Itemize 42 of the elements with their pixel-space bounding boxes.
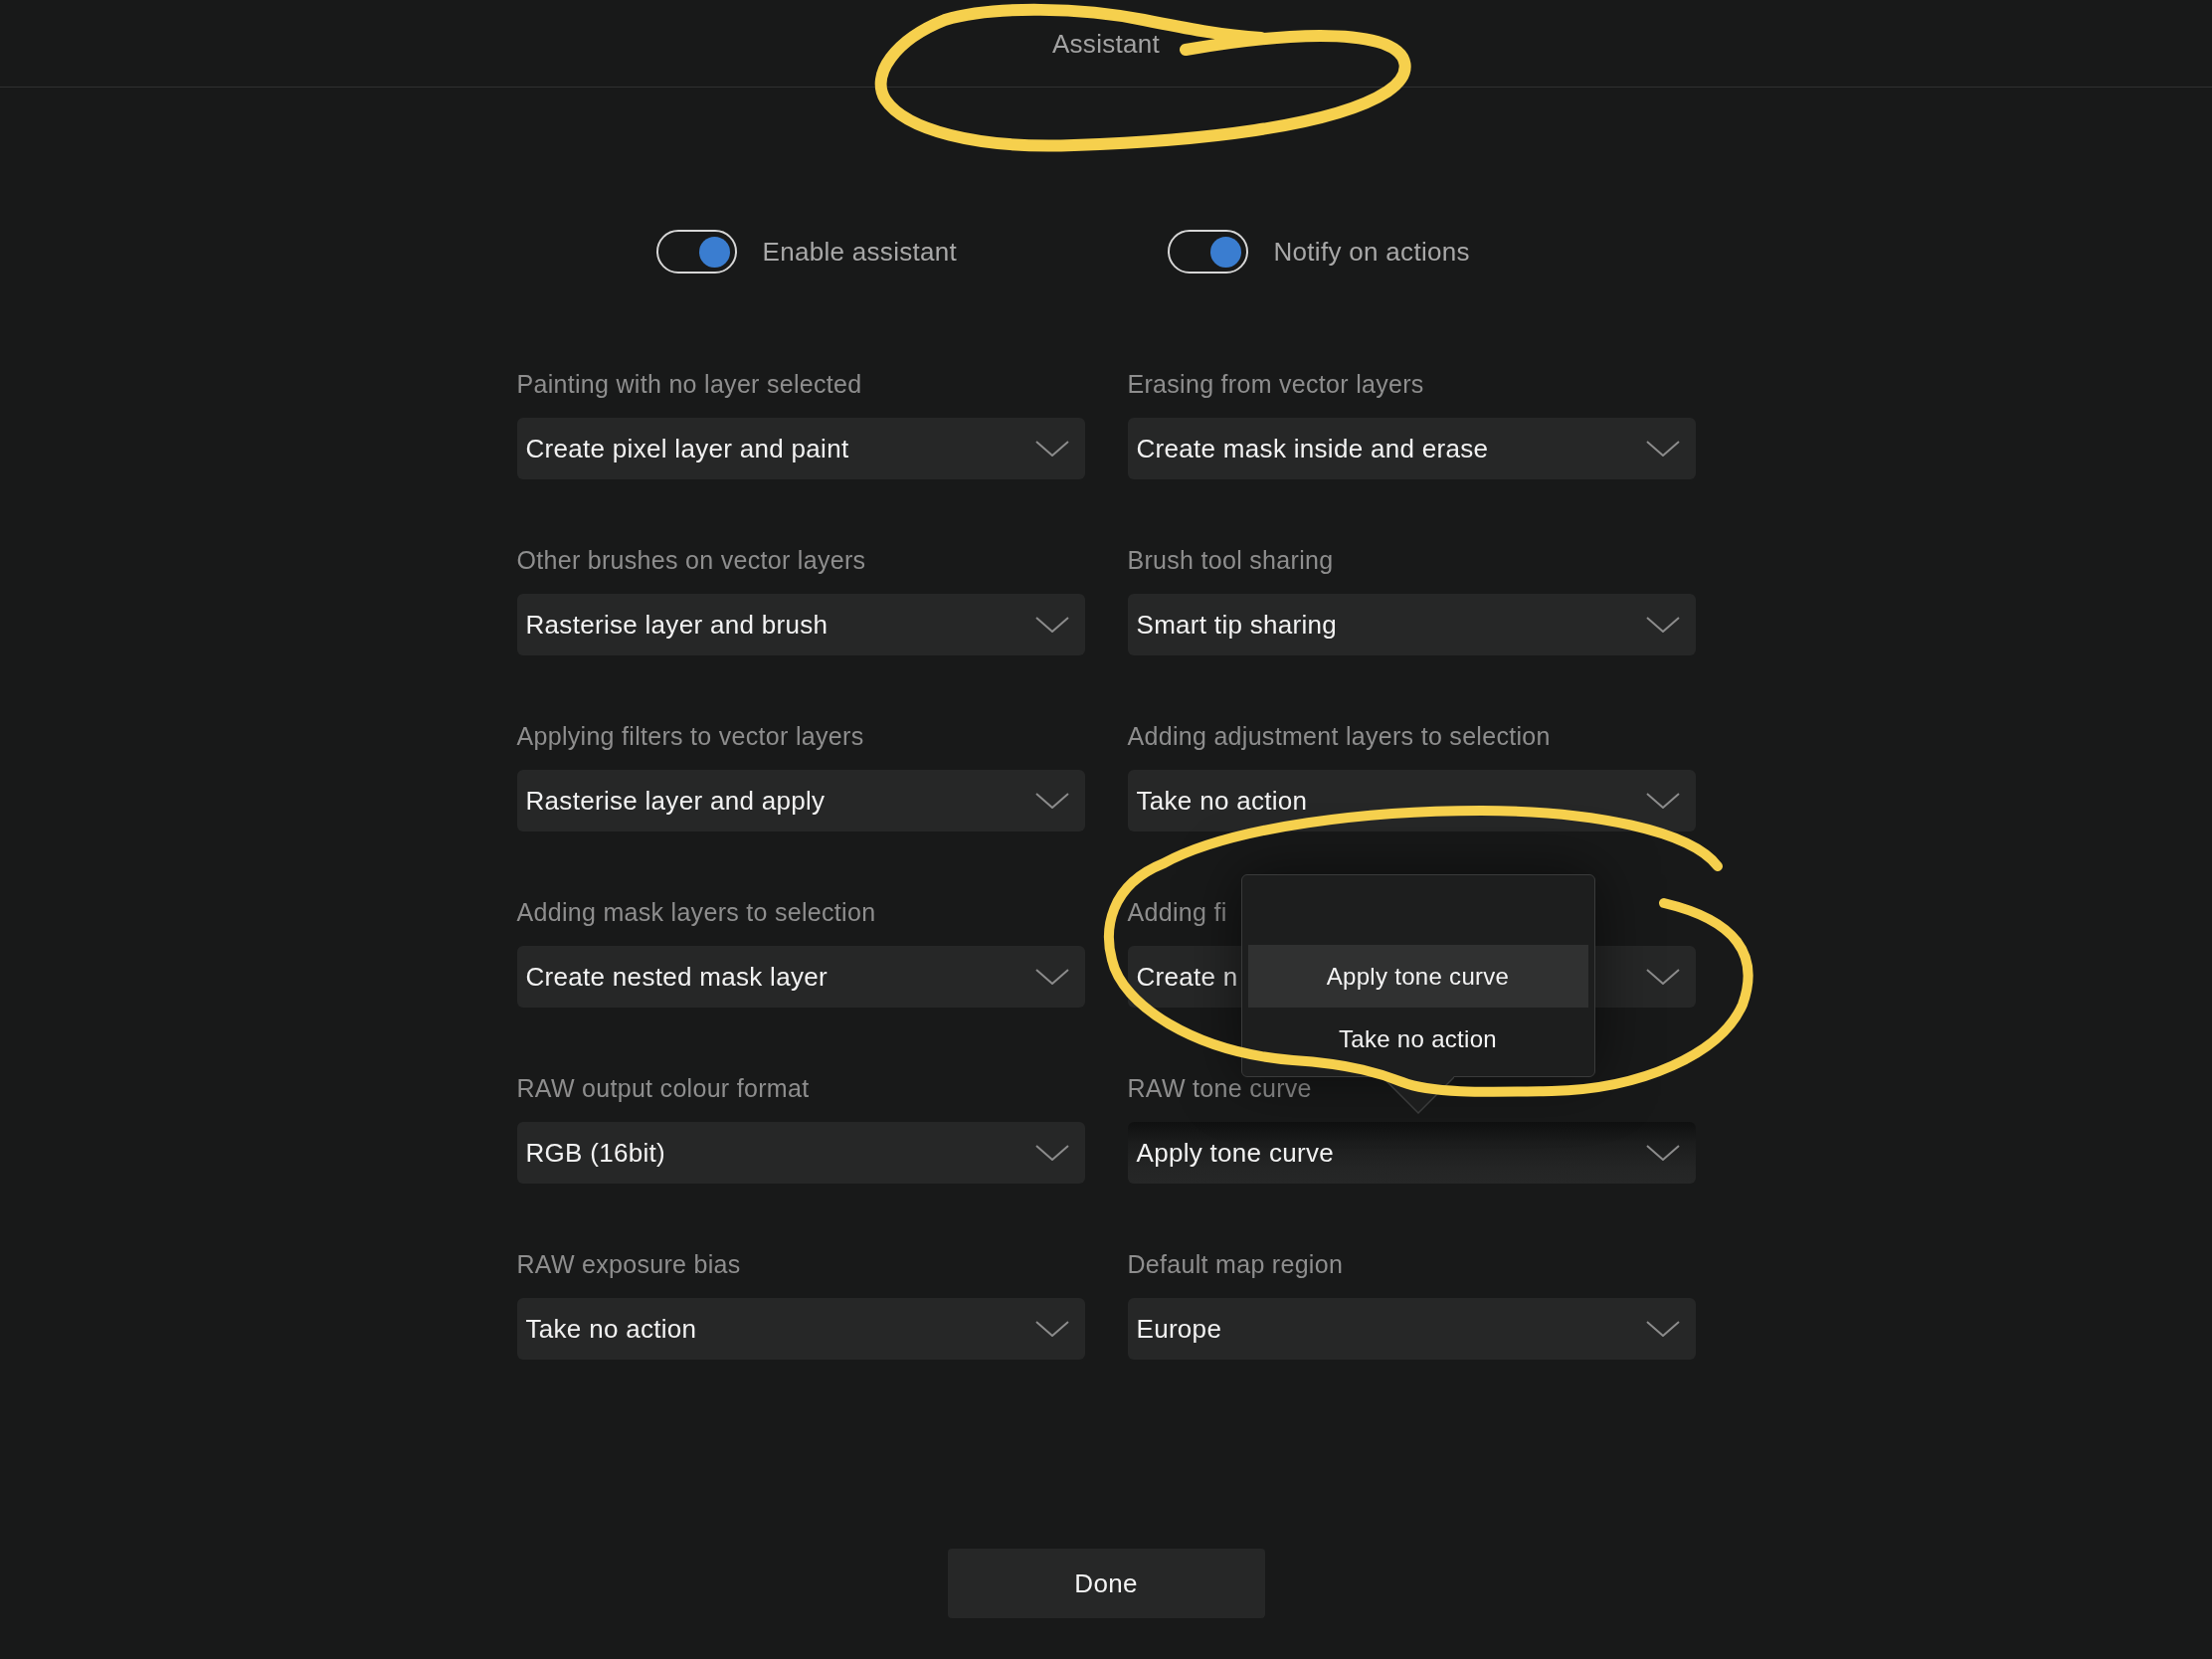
chevron-down-icon xyxy=(1645,441,1680,457)
setting-label: Adding fi xyxy=(1127,899,1227,925)
chevron-down-icon xyxy=(1645,1145,1680,1161)
menu-option[interactable]: Take no action xyxy=(1247,1008,1588,1070)
toggle-switch[interactable] xyxy=(655,230,737,274)
setting-label: Applying filters to vector layers xyxy=(516,723,864,749)
dropdown[interactable]: Rasterise layer and apply xyxy=(516,770,1085,831)
setting-label: Default map region xyxy=(1127,1251,1344,1277)
chevron-down-icon xyxy=(1034,969,1069,985)
setting-label: Adding adjustment layers to selection xyxy=(1127,723,1551,749)
setting-label: Erasing from vector layers xyxy=(1127,371,1424,397)
chevron-down-icon xyxy=(1645,1321,1680,1337)
setting-label: Adding mask layers to selection xyxy=(516,899,876,925)
dropdown[interactable]: Take no action xyxy=(516,1298,1085,1360)
chevron-down-icon xyxy=(1645,793,1680,809)
chevron-down-icon xyxy=(1645,617,1680,633)
dropdown[interactable]: RGB (16bit) xyxy=(516,1122,1085,1184)
toggle-switch[interactable] xyxy=(1167,230,1248,274)
setting-label: RAW output colour format xyxy=(516,1075,810,1101)
dialog-title: Assistant xyxy=(1051,27,1161,60)
dropdown[interactable]: Smart tip sharing xyxy=(1127,594,1696,655)
toggle-label: Notify on actions xyxy=(1273,236,1470,268)
dropdown[interactable]: Europe xyxy=(1127,1298,1696,1360)
chevron-down-icon xyxy=(1034,441,1069,457)
chevron-down-icon xyxy=(1034,617,1069,633)
menu-option[interactable]: Apply tone curve xyxy=(1247,945,1588,1008)
setting-label: RAW tone curve xyxy=(1127,1075,1312,1101)
setting-label: Other brushes on vector layers xyxy=(516,547,866,573)
dropdown[interactable]: Rasterise layer and brush xyxy=(516,594,1085,655)
dropdown[interactable]: Apply tone curve xyxy=(1127,1122,1696,1184)
toggle-label: Enable assistant xyxy=(762,236,958,268)
chevron-down-icon xyxy=(1034,1145,1069,1161)
done-button[interactable]: Done xyxy=(947,1549,1265,1618)
chevron-down-icon xyxy=(1645,969,1680,985)
chevron-down-icon xyxy=(1034,1321,1069,1337)
setting-label: Painting with no layer selected xyxy=(516,371,862,397)
dropdown[interactable]: Create pixel layer and paint xyxy=(516,418,1085,479)
chevron-down-icon xyxy=(1034,793,1069,809)
setting-label: RAW exposure bias xyxy=(516,1251,741,1277)
dropdown[interactable]: Create nested mask layer xyxy=(516,946,1085,1008)
setting-label: Brush tool sharing xyxy=(1127,547,1334,573)
dropdown[interactable]: Create mask inside and erase xyxy=(1127,418,1696,479)
